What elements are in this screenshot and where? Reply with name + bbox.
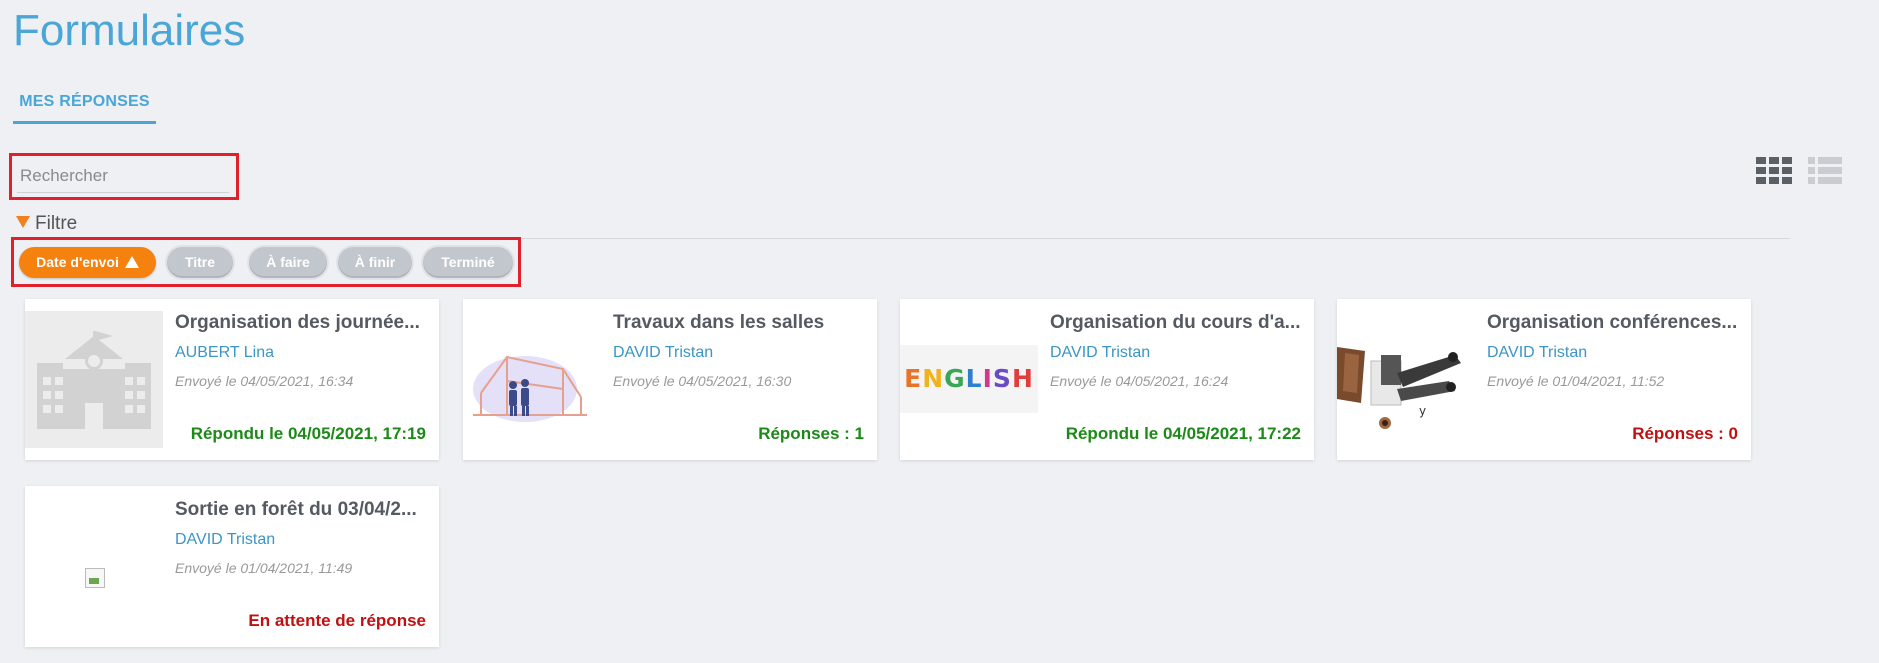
card-sent-date: Envoyé le 04/05/2021, 16:34 [175,373,354,389]
filter-pill-a-finir[interactable]: À finir [338,247,412,278]
english-letter: H [1012,364,1034,393]
tab-mes-reponses[interactable]: MES RÉPONSES [13,80,156,124]
card-sent-date: Envoyé le 01/04/2021, 11:52 [1487,373,1665,389]
english-letter: N [922,364,944,393]
tab-label: MES RÉPONSES [19,93,150,110]
form-card[interactable]: Sortie en forêt du 03/04/2... DAVID Tris… [25,486,439,647]
form-card[interactable]: Organisation des journée... AUBERT Lina … [25,299,439,460]
filter-pill-titre[interactable]: Titre [167,247,233,278]
card-title: Organisation des journée... [175,312,420,333]
form-card[interactable]: y Organisation conférences... DAVID Tris… [1337,299,1751,460]
triangle-down-icon [16,216,30,228]
form-card[interactable]: ENGLISH Organisation du cours d'a... DAV… [900,299,1314,460]
search-highlight-box [9,153,239,200]
english-letter: L [966,364,983,393]
card-sent-date: Envoyé le 01/04/2021, 11:49 [175,560,353,576]
card-author: DAVID Tristan [175,531,276,548]
card-status: En attente de réponse [248,611,426,630]
form-card[interactable]: Travaux dans les salles DAVID Tristan En… [463,299,877,460]
page-title: Formulaires [13,6,246,55]
desk-illustration: y [1337,311,1475,448]
card-title: Organisation conférences... [1487,312,1738,333]
list-view-icon[interactable] [1808,157,1842,184]
card-status: Réponses : 1 [758,424,864,443]
card-title: Organisation du cours d'a... [1050,312,1301,333]
school-building-icon [25,311,163,448]
triangle-up-icon [124,256,139,268]
card-sent-date: Envoyé le 04/05/2021, 16:30 [613,373,792,389]
pill-label: À faire [266,254,310,270]
card-author: AUBERT Lina [175,344,275,361]
card-title: Sortie en forêt du 03/04/2... [175,499,417,520]
construction-illustration [463,311,601,448]
card-status: Réponses : 0 [1632,424,1738,443]
card-status: Répondu le 04/05/2021, 17:19 [190,424,426,443]
card-author: DAVID Tristan [1487,344,1588,361]
card-status: Répondu le 04/05/2021, 17:22 [1065,424,1301,443]
english-text-image: ENGLISH [900,311,1038,448]
pill-label: Titre [184,254,216,270]
filter-pills-highlight-box: Date d'envoi Titre À faire À finir Termi… [11,237,521,287]
english-letter: S [993,364,1012,393]
thumbnail [25,498,163,635]
pill-label: Date d'envoi [36,254,119,270]
card-title: Travaux dans les salles [613,312,825,333]
svg-text:y: y [1419,404,1426,418]
broken-image-icon [85,568,105,588]
filter-pill-termine[interactable]: Terminé [423,247,513,278]
filter-pill-date-envoi[interactable]: Date d'envoi [19,247,156,278]
english-letter: I [983,364,993,393]
english-letter: G [944,364,966,393]
filter-toggle[interactable]: Filtre [14,212,1790,239]
card-author: DAVID Tristan [613,344,714,361]
english-text: ENGLISH [904,364,1034,393]
english-letter: E [904,364,922,393]
search-input[interactable] [17,160,229,193]
filter-pill-a-faire[interactable]: À faire [249,247,327,278]
filter-label: Filtre [35,213,78,234]
pill-label: Terminé [441,254,495,270]
card-sent-date: Envoyé le 04/05/2021, 16:24 [1050,373,1229,389]
grid-view-icon[interactable] [1756,157,1792,184]
card-author: DAVID Tristan [1050,344,1151,361]
pill-label: À finir [354,254,396,270]
